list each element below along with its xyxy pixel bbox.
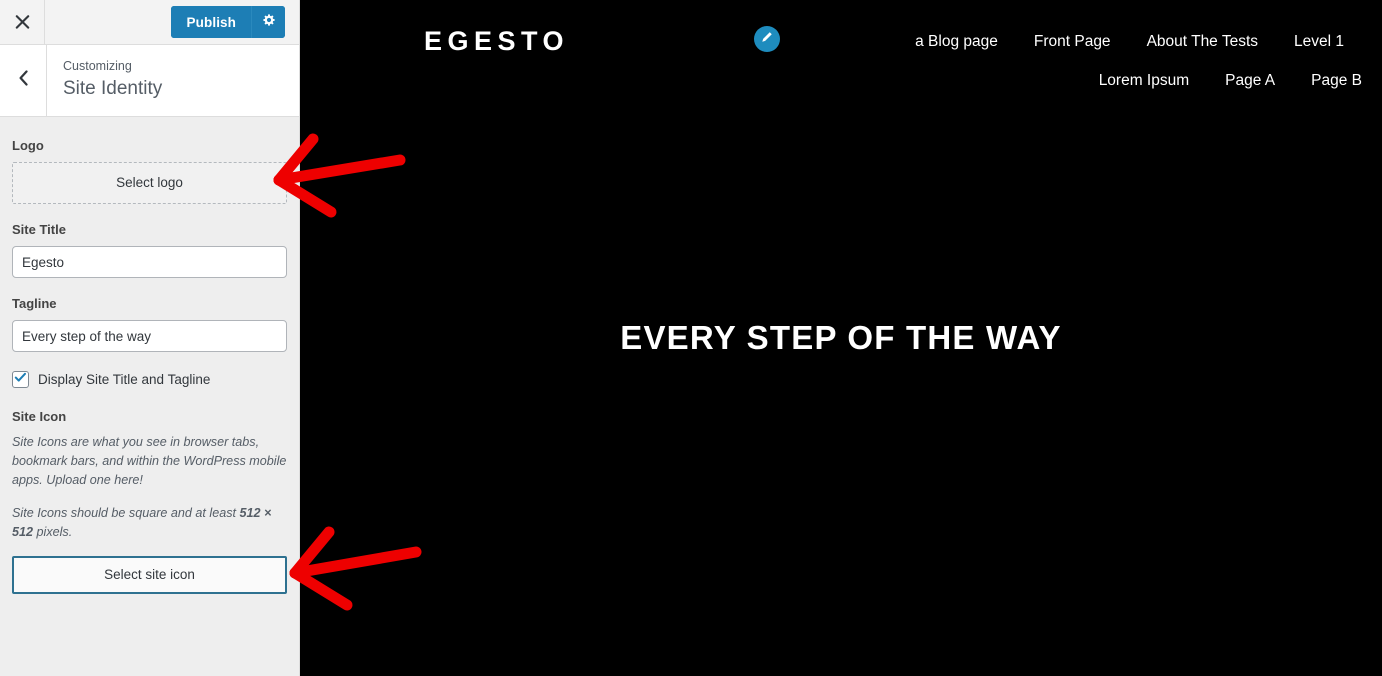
tagline-label: Tagline	[12, 296, 57, 311]
logo-control: Logo Select logo	[12, 137, 287, 204]
site-icon-help-text-2: Site Icons should be square and at least…	[12, 504, 287, 542]
publish-settings-button[interactable]	[251, 6, 285, 38]
page-title: Site Identity	[63, 78, 163, 99]
nav-item-lorem-ipsum[interactable]: Lorem Ipsum	[1081, 61, 1207, 100]
customizer-topbar: Publish	[0, 0, 299, 45]
customizer-section-header: Customizing Site Identity	[0, 45, 299, 117]
tagline-input[interactable]	[12, 320, 287, 352]
customizer-controls: Logo Select logo Site Title Tagline	[0, 117, 299, 675]
nav-item-page-b[interactable]: Page B	[1293, 61, 1362, 100]
section-title-block: Customizing Site Identity	[47, 45, 299, 116]
customizer-sidebar: Publish Customizing Site Identity Logo S…	[0, 0, 300, 676]
nav-item-about-the-tests[interactable]: About The Tests	[1129, 22, 1276, 61]
display-title-tagline-control[interactable]: Display Site Title and Tagline	[12, 369, 287, 388]
close-icon	[15, 14, 30, 30]
back-button[interactable]	[0, 45, 47, 116]
tagline-control: Tagline	[12, 295, 287, 352]
nav-item-front-page[interactable]: Front Page	[1016, 22, 1129, 61]
edit-shortcut-button[interactable]	[754, 26, 780, 52]
site-preview: EGESTO a Blog page Front Page About The …	[300, 0, 1382, 676]
nav-item-a-blog-page[interactable]: a Blog page	[897, 22, 1016, 61]
close-customizer-button[interactable]	[0, 0, 45, 44]
site-header: EGESTO a Blog page Front Page About The …	[300, 0, 1382, 100]
logo-label: Logo	[12, 138, 44, 153]
chevron-left-icon	[18, 70, 29, 91]
publish-button[interactable]: Publish	[170, 6, 251, 38]
site-icon-label: Site Icon	[12, 409, 67, 424]
hero-title: EVERY STEP OF THE WAY	[620, 319, 1062, 356]
site-header-right: a Blog page Front Page About The Tests L…	[754, 18, 1362, 100]
nav-item-page-a[interactable]: Page A	[1207, 61, 1293, 100]
customizer-screen: Publish Customizing Site Identity Logo S…	[0, 0, 1382, 676]
hero-section: EVERY STEP OF THE WAY	[300, 0, 1382, 676]
site-title-input[interactable]	[12, 246, 287, 278]
site-icon-control: Site Icon Site Icons are what you see in…	[12, 408, 287, 594]
site-icon-help-2-part-c: pixels.	[33, 525, 73, 539]
nav-item-level-1[interactable]: Level 1	[1276, 22, 1362, 61]
site-title-label: Site Title	[12, 222, 66, 237]
gear-icon	[262, 13, 276, 32]
site-icon-help-text-1: Site Icons are what you see in browser t…	[12, 435, 287, 487]
display-title-tagline-checkbox[interactable]	[12, 371, 29, 388]
select-logo-button[interactable]: Select logo	[12, 162, 287, 204]
select-site-icon-button[interactable]: Select site icon	[12, 556, 287, 594]
checkmark-icon	[14, 371, 27, 389]
customizing-eyebrow: Customizing	[63, 59, 132, 73]
site-navigation: a Blog page Front Page About The Tests L…	[802, 22, 1362, 100]
site-icon-help-2-part-a: Site Icons should be square and at least	[12, 506, 240, 520]
site-title-control: Site Title	[12, 221, 287, 278]
display-title-tagline-label: Display Site Title and Tagline	[38, 372, 211, 387]
publish-group: Publish	[170, 6, 285, 38]
site-brand-title: EGESTO	[424, 26, 570, 56]
pencil-icon	[760, 30, 774, 49]
